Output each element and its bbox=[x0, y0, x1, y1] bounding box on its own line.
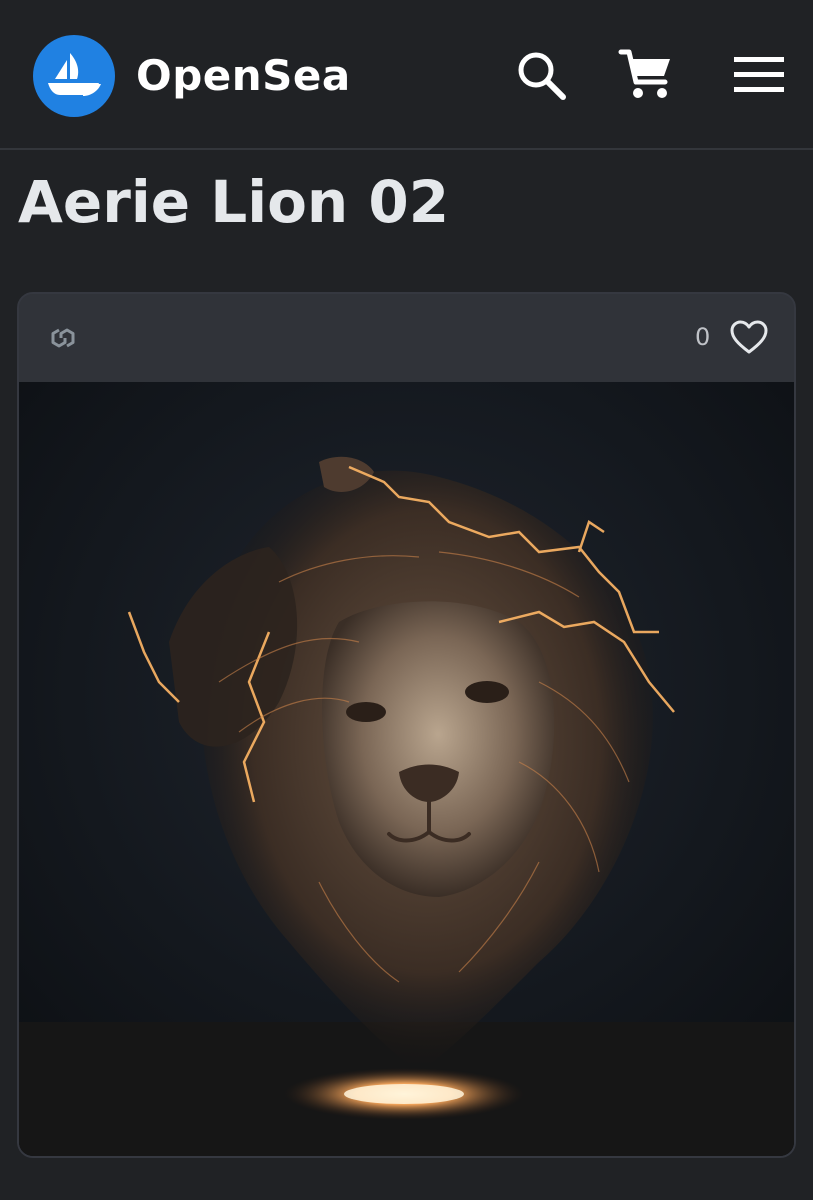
top-nav-bar: OpenSea bbox=[0, 0, 813, 150]
item-title: Aerie Lion 02 bbox=[18, 168, 450, 236]
polygon-chain-icon bbox=[45, 320, 81, 356]
item-card: 0 bbox=[17, 292, 796, 1158]
heart-icon[interactable] bbox=[729, 318, 769, 358]
favorite-count: 0 bbox=[695, 323, 711, 351]
nft-artwork-image[interactable] bbox=[19, 382, 794, 1156]
item-card-header: 0 bbox=[19, 294, 794, 383]
cart-icon[interactable] bbox=[617, 46, 675, 104]
opensea-logo-icon[interactable] bbox=[33, 35, 115, 117]
search-icon[interactable] bbox=[512, 46, 570, 104]
hamburger-menu-icon[interactable] bbox=[730, 46, 788, 104]
brand-name[interactable]: OpenSea bbox=[136, 50, 351, 102]
